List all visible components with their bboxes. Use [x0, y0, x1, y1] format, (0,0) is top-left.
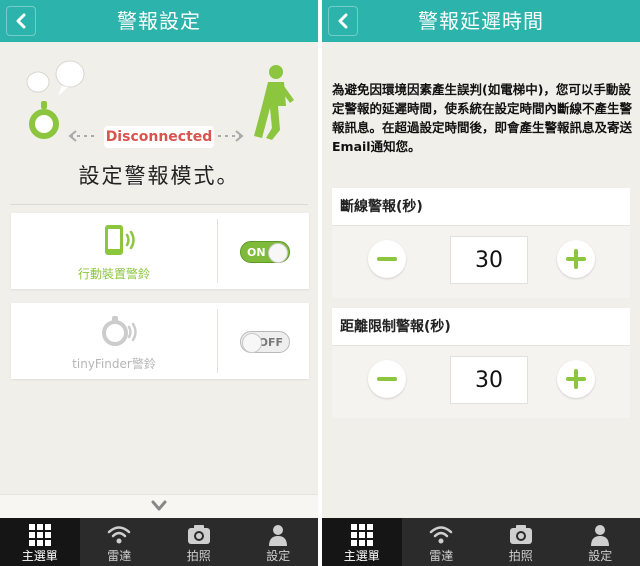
- tinyfinder-alarm-toggle[interactable]: OFF: [240, 331, 290, 353]
- minus-icon: [377, 257, 397, 261]
- tab-label: 拍照: [508, 549, 533, 563]
- page-title: 警報延遲時間: [418, 9, 544, 33]
- tab-main-menu[interactable]: 主選單: [0, 518, 80, 566]
- tab-label: 雷達: [429, 549, 454, 563]
- toggle-knob[interactable]: [242, 333, 262, 353]
- stepper: 30: [332, 226, 630, 298]
- tab-settings[interactable]: 設定: [561, 518, 640, 566]
- bottom-tab-bar: 主選單 雷達 拍照 設定: [322, 518, 640, 566]
- finder-ring-icon: [102, 316, 137, 346]
- delay-description: 為避免因環境因素產生誤判(如電梯中)，您可以手動設定警報的延遲時間，使系統在設定…: [332, 82, 633, 154]
- tinyfinder-device-icon: [29, 101, 59, 139]
- grid-icon: [350, 524, 373, 546]
- divider: [217, 309, 218, 373]
- tab-camera[interactable]: 拍照: [159, 518, 239, 566]
- mobile-alarm-row: 行動裝置警鈴 ON: [11, 213, 309, 289]
- tinyfinder-alarm-label: tinyFinder警鈴: [72, 357, 156, 371]
- divider: [10, 204, 308, 205]
- camera-icon: [187, 525, 210, 544]
- alarm-settings-screen: 警報設定 Disconnected 設定警報模式。 行動裝置警鈴 ON tiny…: [0, 0, 318, 566]
- alarm-delay-header: 警報延遲時間: [322, 0, 640, 42]
- toggle-knob[interactable]: [268, 243, 288, 263]
- disconnect-delay-label: 斷線警報(秒): [332, 188, 630, 226]
- mobile-alarm-label: 行動裝置警鈴: [77, 267, 150, 281]
- decrease-button[interactable]: [368, 360, 406, 398]
- tab-radar[interactable]: 雷達: [402, 518, 482, 566]
- camera-icon: [509, 525, 532, 544]
- tab-label: 設定: [588, 549, 613, 563]
- tab-label: 主選單: [343, 549, 380, 563]
- mobile-alarm-toggle[interactable]: ON: [240, 241, 290, 263]
- tab-settings[interactable]: 設定: [239, 518, 319, 566]
- wifi-icon: [430, 526, 453, 544]
- page-title: 警報設定: [117, 9, 201, 33]
- tab-label: 主選單: [21, 549, 58, 563]
- walking-person-icon: [254, 65, 294, 140]
- toggle-state-text: ON: [247, 246, 266, 259]
- phone-ring-icon: [105, 225, 135, 255]
- tab-label: 雷達: [107, 549, 132, 563]
- disconnect-delay-value[interactable]: 30: [450, 236, 528, 284]
- distance-delay-label: 距離限制警報(秒): [332, 308, 630, 346]
- tab-label: 拍照: [186, 549, 211, 563]
- distance-delay-setting: 距離限制警報(秒) 30: [332, 308, 630, 418]
- increase-button[interactable]: [557, 360, 595, 398]
- alarm-settings-header: 警報設定: [0, 0, 318, 42]
- person-icon: [591, 525, 610, 546]
- tab-camera[interactable]: 拍照: [481, 518, 561, 566]
- minus-icon: [377, 377, 397, 381]
- alarm-mode-title: 設定警報模式。: [78, 164, 240, 188]
- toggle-state-text: OFF: [258, 336, 283, 349]
- scroll-more-button[interactable]: [0, 494, 318, 518]
- alarm-delay-screen: 警報延遲時間 為避免因環境因素產生誤判(如電梯中)，您可以手動設定警報的延遲時間…: [322, 0, 640, 566]
- person-icon: [269, 525, 288, 546]
- speech-bubble-icon: [26, 60, 85, 96]
- grid-icon: [28, 524, 51, 546]
- disconnected-status-label: Disconnected: [104, 126, 214, 148]
- divider: [217, 219, 218, 283]
- chevron-down-icon: [151, 500, 167, 511]
- wifi-icon: [108, 526, 131, 544]
- increase-button[interactable]: [557, 240, 595, 278]
- tab-label: 設定: [266, 549, 291, 563]
- disconnect-delay-setting: 斷線警報(秒) 30: [332, 188, 630, 298]
- bottom-tab-bar: 主選單 雷達 拍照 設定: [0, 518, 318, 566]
- stepper: 30: [332, 346, 630, 418]
- tinyfinder-alarm-row: tinyFinder警鈴 OFF: [11, 303, 309, 379]
- tab-radar[interactable]: 雷達: [80, 518, 160, 566]
- tab-main-menu[interactable]: 主選單: [322, 518, 402, 566]
- distance-delay-value[interactable]: 30: [450, 356, 528, 404]
- decrease-button[interactable]: [368, 240, 406, 278]
